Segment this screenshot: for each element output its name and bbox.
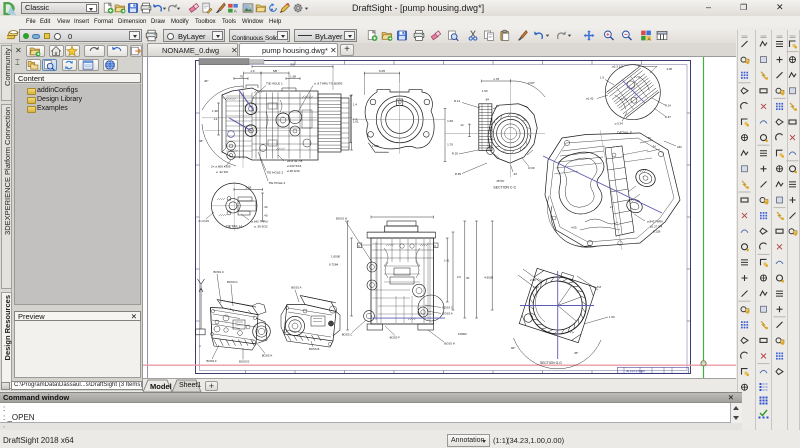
svg-text:.43: .43 bbox=[513, 172, 517, 176]
svg-text:BOSS H: BOSS H bbox=[444, 342, 455, 346]
svg-text:4.05: 4.05 bbox=[571, 226, 577, 230]
svg-text:5/8: 5/8 bbox=[290, 62, 295, 66]
svg-text:TIE HOLE 2: TIE HOLE 2 bbox=[267, 171, 284, 175]
svg-text:1.61: 1.61 bbox=[353, 120, 359, 124]
svg-text:⌀ .36 9/32: ⌀ .36 9/32 bbox=[254, 225, 268, 229]
svg-text:1.69: 1.69 bbox=[447, 119, 453, 123]
svg-text:DETAIL F: DETAIL F bbox=[617, 131, 632, 135]
svg-text:⌀ .8 THRU TO BORE: ⌀ .8 THRU TO BORE bbox=[314, 82, 342, 86]
svg-text:BOSS C: BOSS C bbox=[442, 306, 453, 310]
svg-text:JE 104-170916: JE 104-170916 bbox=[626, 369, 645, 373]
svg-text:6.05: 6.05 bbox=[379, 69, 385, 73]
svg-text:.84: .84 bbox=[485, 98, 489, 102]
svg-text:BOSS A: BOSS A bbox=[442, 311, 452, 315]
svg-text:3K: 3K bbox=[466, 276, 470, 280]
svg-text:TIE HOLE 3: TIE HOLE 3 bbox=[269, 181, 286, 185]
svg-text:BOSS C: BOSS C bbox=[342, 333, 353, 337]
svg-text:2.08: 2.08 bbox=[530, 278, 536, 282]
svg-text:SECTION C-C: SECTION C-C bbox=[493, 186, 516, 190]
svg-text:.40: .40 bbox=[264, 214, 268, 218]
svg-text:1.58: 1.58 bbox=[290, 74, 296, 78]
svg-text:4.5: 4.5 bbox=[457, 275, 461, 279]
svg-text:BOSS A: BOSS A bbox=[291, 286, 301, 290]
svg-text:SECTION G-G: SECTION G-G bbox=[540, 361, 562, 365]
svg-text:1.90: 1.90 bbox=[533, 285, 539, 289]
svg-text:C: C bbox=[358, 244, 360, 248]
svg-text:A: A bbox=[648, 36, 652, 42]
svg-text:5.8: 5.8 bbox=[597, 285, 601, 289]
svg-text:2× R.06: 2× R.06 bbox=[198, 219, 209, 223]
svg-text:46°: 46° bbox=[204, 79, 209, 83]
svg-text:⌀ .32 3/8: ⌀ .32 3/8 bbox=[216, 170, 228, 174]
svg-text:BOSS E: BOSS E bbox=[239, 360, 250, 364]
svg-text:.12: .12 bbox=[213, 117, 218, 121]
svg-text:R.14: R.14 bbox=[665, 104, 671, 108]
svg-text:15°09': 15°09' bbox=[496, 179, 505, 183]
svg-text:BOSS F: BOSS F bbox=[207, 359, 218, 363]
svg-text:⌀ 0.34: ⌀ 0.34 bbox=[615, 121, 624, 125]
svg-text:1.78: 1.78 bbox=[493, 77, 499, 81]
svg-text:⌀.032 5/16: ⌀.032 5/16 bbox=[287, 164, 302, 168]
svg-text:4.6028: 4.6028 bbox=[484, 276, 493, 280]
svg-text:0.7284: 0.7284 bbox=[329, 262, 339, 266]
svg-text:BOSS H: BOSS H bbox=[336, 216, 347, 220]
svg-text:1.29: 1.29 bbox=[245, 185, 251, 189]
svg-text:1.6500: 1.6500 bbox=[331, 255, 341, 259]
svg-text:1.9: 1.9 bbox=[600, 76, 604, 80]
svg-text:.12: .12 bbox=[460, 123, 464, 127]
svg-text:1.41: 1.41 bbox=[444, 258, 450, 262]
svg-text:DETAIL H: DETAIL H bbox=[226, 224, 242, 228]
svg-text:A: A bbox=[234, 9, 237, 14]
svg-text:2×: 2× bbox=[610, 205, 613, 209]
svg-text:.34: .34 bbox=[652, 145, 656, 149]
svg-text:4.05: 4.05 bbox=[666, 67, 672, 71]
svg-text:⌀1.42: ⌀1.42 bbox=[586, 97, 594, 101]
svg-text:BOSS H: BOSS H bbox=[262, 354, 273, 358]
svg-text:R.47: R.47 bbox=[665, 115, 671, 119]
svg-text:1.4: 1.4 bbox=[353, 103, 358, 107]
svg-text:BOSS F: BOSS F bbox=[390, 336, 401, 340]
svg-text:R.29: R.29 bbox=[452, 152, 458, 156]
svg-text:BOSS B: BOSS B bbox=[309, 347, 320, 351]
svg-text:R.69: R.69 bbox=[455, 172, 461, 176]
svg-text:1.605: 1.605 bbox=[372, 144, 379, 148]
svg-text:⌀.642 THRU: ⌀.642 THRU bbox=[251, 219, 268, 223]
svg-text:BOSS C: BOSS C bbox=[214, 270, 225, 274]
svg-text:9.128: 9.128 bbox=[653, 230, 661, 234]
svg-text:C: C bbox=[434, 244, 436, 248]
svg-text:1.50: 1.50 bbox=[609, 315, 615, 319]
svg-text:46°: 46° bbox=[199, 139, 204, 143]
svg-text:1.38: 1.38 bbox=[212, 109, 218, 113]
svg-text:⌀.28 9/16: ⌀.28 9/16 bbox=[287, 169, 300, 173]
svg-text:0.8000: 0.8000 bbox=[458, 332, 467, 336]
svg-text:2⌀ ⌀.42 7/8: 2⌀ ⌀.42 7/8 bbox=[287, 159, 303, 163]
svg-text:90°: 90° bbox=[511, 346, 516, 350]
svg-text:1.50: 1.50 bbox=[482, 89, 488, 93]
svg-text:.70: .70 bbox=[239, 74, 244, 78]
svg-text:2.60°: 2.60° bbox=[528, 81, 535, 85]
svg-text:TIE HOLE 1: TIE HOLE 1 bbox=[266, 82, 283, 86]
svg-text:1.0: 1.0 bbox=[250, 69, 255, 73]
svg-text:⌀2.3 1/2: ⌀2.3 1/2 bbox=[612, 64, 623, 68]
svg-text:45°: 45° bbox=[574, 351, 579, 355]
svg-text:5/8: 5/8 bbox=[273, 69, 278, 73]
svg-text:A60: A60 bbox=[677, 145, 682, 149]
svg-text:.70: .70 bbox=[647, 136, 651, 140]
svg-text:R.09: R.09 bbox=[528, 166, 534, 170]
svg-text:BOSS D: BOSS D bbox=[227, 280, 238, 284]
svg-text:⌀1.27 3/4: ⌀1.27 3/4 bbox=[650, 225, 663, 229]
svg-text:1.70: 1.70 bbox=[447, 142, 453, 146]
svg-text:.43: .43 bbox=[264, 205, 268, 209]
svg-text:⌀.843 THRU: ⌀.843 THRU bbox=[647, 220, 663, 224]
svg-text:2× ⌀.606 #309: 2× ⌀.606 #309 bbox=[211, 165, 231, 169]
svg-text:R.14: R.14 bbox=[454, 99, 460, 103]
